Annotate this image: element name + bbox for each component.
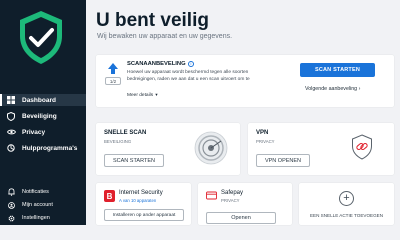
recommendation-text-line1: Hoewel uw apparaat wordt beschermd tegen…	[127, 70, 249, 75]
recommendation-card: 1/2 SCANAANBEVELING i Hoewel uw apparaat…	[96, 55, 394, 107]
vpn-open-button[interactable]: VPN OPENEN	[256, 154, 310, 167]
vpn-category: PRIVACY	[256, 139, 275, 144]
safepay-icon	[206, 191, 217, 200]
more-details-label: Meer details	[127, 93, 154, 98]
sidebar-item-instellingen[interactable]: Instellingen	[0, 213, 86, 223]
sidebar-item-label: Beveiliging	[22, 112, 57, 120]
sidebar-item-label: Mijn account	[22, 202, 53, 208]
plus-icon: +	[339, 191, 354, 206]
install-other-device-button[interactable]: Installeren op ander apparaat	[104, 209, 184, 221]
page-title: U bent veilig	[96, 10, 209, 31]
sidebar: Dashboard Beveiliging Privacy Hulpprogra…	[0, 0, 86, 225]
eye-icon	[6, 127, 16, 137]
sidebar-item-privacy[interactable]: Privacy	[0, 126, 86, 138]
dashboard-icon	[6, 95, 16, 105]
sidebar-item-label: Instellingen	[22, 215, 50, 221]
bitdefender-logo: B	[104, 190, 115, 202]
page-subtitle: Wij bewaken uw apparaat en uw gegevens.	[97, 33, 233, 40]
sidebar-item-mijn-account[interactable]: Mijn account	[0, 200, 86, 210]
safepay-open-button[interactable]: Openen	[206, 212, 276, 224]
vpn-title: VPN	[256, 130, 269, 136]
recommendation-counter: 1/2	[105, 77, 121, 85]
recommendation-text-line2: bedreigingen, raden we aan dat u een sca…	[127, 77, 250, 82]
sidebar-item-dashboard[interactable]: Dashboard	[0, 94, 86, 106]
internet-security-title: Internet Security	[119, 190, 163, 196]
sidebar-item-hulpprogrammas[interactable]: Hulpprogramma's	[0, 142, 86, 154]
internet-security-card: B Internet Security A van 10 apparaten I…	[96, 183, 191, 225]
sidebar-item-label: Dashboard	[22, 96, 56, 104]
bell-icon	[6, 187, 16, 197]
sidebar-item-label: Hulpprogramma's	[22, 144, 78, 152]
recommendation-heading: SCANAANBEVELING	[127, 61, 186, 67]
vpn-shield-icon	[352, 134, 372, 160]
scan-start-button[interactable]: SCAN STARTEN	[300, 63, 375, 77]
more-details-link[interactable]: Meer details ▼	[127, 92, 158, 98]
safepay-card: Safepay PRIVACY Openen	[198, 183, 292, 225]
add-quick-action-card[interactable]: + EEN SNELLE ACTIE TOEVOEGEN	[299, 183, 394, 225]
next-recommendation-link[interactable]: Volgende aanbeveling ›	[305, 86, 360, 92]
quick-scan-category: BEVEILIGING	[104, 139, 132, 144]
settings-icon	[6, 213, 16, 223]
shield-check-logo	[20, 11, 62, 64]
arrow-up-icon	[108, 63, 118, 74]
safepay-title: Safepay	[221, 190, 244, 196]
scan-disc-icon	[194, 131, 228, 165]
quick-scan-card: SNELLE SCAN BEVEILIGING SCAN STARTEN	[96, 123, 240, 175]
sidebar-item-beveiliging[interactable]: Beveiliging	[0, 110, 86, 122]
tools-icon	[6, 143, 16, 153]
sidebar-item-label: Privacy	[22, 128, 46, 136]
next-recommendation-label: Volgende aanbeveling	[305, 86, 358, 92]
internet-security-devices-link[interactable]: A van 10 apparaten	[119, 198, 156, 203]
safepay-category: PRIVACY	[221, 198, 240, 203]
chevron-right-icon: ›	[358, 86, 361, 92]
account-icon	[6, 200, 16, 210]
info-icon[interactable]: i	[188, 60, 194, 67]
shield-icon	[6, 111, 16, 121]
sidebar-item-notificaties[interactable]: Notificaties	[0, 187, 86, 197]
sidebar-item-label: Notificaties	[22, 189, 49, 195]
chevron-down-icon: ▼	[154, 92, 159, 97]
vpn-card: VPN PRIVACY VPN OPENEN	[248, 123, 394, 175]
quick-scan-button[interactable]: SCAN STARTEN	[104, 154, 164, 167]
quick-scan-title: SNELLE SCAN	[104, 130, 147, 136]
add-quick-action-label: EEN SNELLE ACTIE TOEVOEGEN	[309, 213, 384, 218]
